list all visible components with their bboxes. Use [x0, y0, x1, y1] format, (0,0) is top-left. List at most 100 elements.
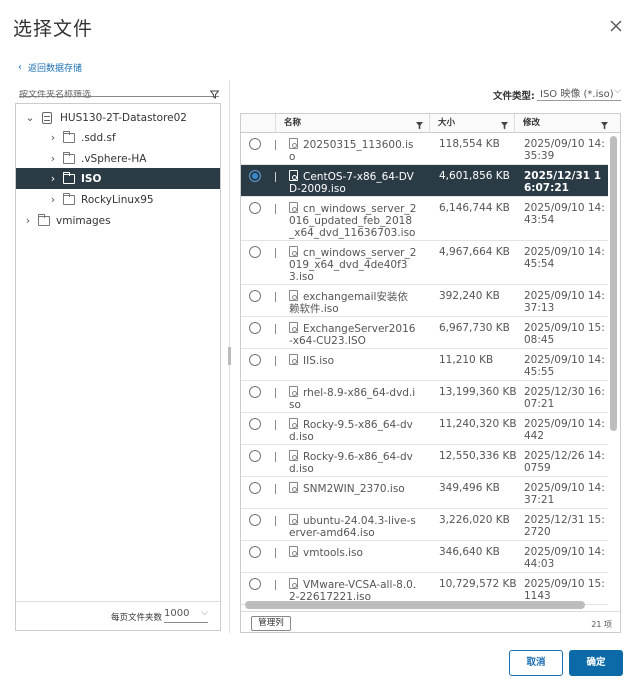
table-row[interactable]: vmtools.iso 346,640 KB 2025/09/10 14:44:… [241, 541, 608, 573]
disc-file-icon [289, 386, 298, 397]
file-name: IIS.iso [289, 354, 417, 367]
resize-handle[interactable] [228, 347, 231, 365]
file-modified: 2025/12/31 15:2720 [524, 514, 605, 538]
file-name-text: cn_windows_server_2019_x64_dvd_4de40f33.… [289, 247, 417, 283]
table-row[interactable]: 20250315_113600.iso 118,554 KB 2025/09/1… [241, 133, 608, 165]
row-radio[interactable] [249, 246, 261, 258]
datastore-icon [42, 111, 52, 124]
tree-item-iso[interactable]: › ISO [16, 168, 220, 189]
close-icon[interactable] [608, 18, 624, 34]
scrollbar-thumb[interactable] [610, 136, 617, 431]
file-modified: 2025/09/10 14:35:39 [524, 138, 605, 162]
folder-icon [63, 171, 75, 184]
file-size: 349,496 KB [439, 482, 500, 494]
table-row[interactable]: cn_windows_server_2016_updated_feb_2018_… [241, 197, 608, 241]
select-column-header [241, 114, 275, 133]
back-to-datastore-link[interactable]: ‹ 返回数据存储 [18, 61, 82, 74]
vertical-scrollbar[interactable] [608, 134, 618, 614]
file-name-text: 20250315_113600.iso [289, 139, 414, 163]
per-page-label: 每页文件夹数 [111, 613, 163, 623]
disc-file-icon [289, 322, 298, 333]
column-header-label: 名称 [284, 118, 302, 128]
file-name: CentOS-7-x86_64-DVD-2009.iso [289, 170, 417, 195]
row-radio[interactable] [249, 170, 261, 182]
file-modified: 2025/09/10 14:45:55 [524, 354, 605, 378]
tree-item-label: vmimages [56, 214, 111, 227]
chevron-right-icon[interactable]: › [22, 214, 34, 227]
folder-icon [63, 151, 75, 164]
column-header-size[interactable]: 大小 [429, 114, 514, 133]
file-name-text: ubuntu-24.04.3-live-server-amd64.iso [289, 515, 416, 539]
tree-item-vsphere-ha[interactable]: › .vSphere-HA [16, 148, 220, 169]
tree-item-label: ISO [81, 172, 102, 185]
table-row[interactable]: IIS.iso 11,210 KB 2025/09/10 14:45:55 [241, 349, 608, 381]
row-radio[interactable] [249, 202, 261, 214]
file-name-text: vmtools.iso [303, 547, 363, 559]
row-radio[interactable] [249, 450, 261, 462]
file-name-text: Rocky-9.6-x86_64-dvd.iso [289, 451, 413, 475]
tree-item-label: HUS130-2T-Datastore02 [60, 111, 187, 124]
back-label: 返回数据存储 [28, 64, 83, 74]
chevron-left-icon: ‹ [18, 62, 22, 73]
manage-columns-button[interactable]: 管理列 [251, 616, 291, 631]
disc-file-icon [289, 418, 298, 429]
chevron-right-icon[interactable]: › [47, 131, 59, 144]
disc-file-icon [289, 354, 298, 365]
file-name: cn_windows_server_2019_x64_dvd_4de40f33.… [289, 246, 417, 283]
tree-item-rockylinux95[interactable]: › RockyLinux95 [16, 189, 220, 210]
file-modified: 2025/09/10 14:44:03 [524, 546, 605, 570]
per-page-select[interactable]: 1000 ⌵ [164, 608, 208, 623]
tree-item-sdd-sf[interactable]: › .sdd.sf [16, 127, 220, 148]
disc-file-icon [289, 450, 298, 461]
table-row[interactable]: exchangemail安装依赖软件.iso 392,240 KB 2025/0… [241, 285, 608, 317]
row-radio[interactable] [249, 138, 261, 150]
table-row[interactable]: ubuntu-24.04.3-live-server-amd64.iso 3,2… [241, 509, 608, 541]
row-radio[interactable] [249, 354, 261, 366]
folder-icon [63, 192, 75, 205]
file-type-value: ISO 映像 (*.iso) [540, 89, 614, 100]
table-row[interactable]: Rocky-9.5-x86_64-dvd.iso 11,240,320 KB 2… [241, 413, 608, 445]
chevron-right-icon[interactable]: › [47, 193, 59, 206]
disc-file-icon [289, 546, 298, 557]
file-name: SNM2WIN_2370.iso [289, 482, 417, 495]
table-row[interactable]: ExchangeServer2016-x64-CU23.ISO 6,967,73… [241, 317, 608, 349]
row-radio[interactable] [249, 290, 261, 302]
file-type-select[interactable]: ISO 映像 (*.iso) ⌵ [537, 85, 621, 101]
table-row[interactable]: SNM2WIN_2370.iso 349,496 KB 2025/09/10 1… [241, 477, 608, 509]
file-modified: 2025/09/10 14:45:54 [524, 246, 605, 270]
cancel-button[interactable]: 取消 [509, 650, 563, 676]
chevron-right-icon[interactable]: › [47, 172, 59, 185]
disc-file-icon [289, 138, 298, 149]
table-row[interactable]: cn_windows_server_2019_x64_dvd_4de40f33.… [241, 241, 608, 285]
scrollbar-thumb[interactable] [245, 601, 585, 609]
tree-item-datastore[interactable]: ⌄ HUS130-2T-Datastore02 [16, 107, 220, 128]
row-radio[interactable] [249, 578, 261, 590]
row-radio[interactable] [249, 514, 261, 526]
table-row[interactable]: CentOS-7-x86_64-DVD-2009.iso 4,601,856 K… [241, 165, 608, 197]
row-radio[interactable] [249, 482, 261, 494]
item-count: 21 项 [591, 620, 612, 629]
chevron-down-icon[interactable]: ⌄ [24, 111, 36, 124]
tree-item-vmimages[interactable]: › vmimages [16, 210, 220, 231]
row-radio[interactable] [249, 322, 261, 334]
file-modified: 2025/09/10 14:37:21 [524, 482, 605, 506]
filter-icon[interactable] [209, 84, 220, 103]
column-header-modified[interactable]: 修改 [514, 114, 620, 133]
row-radio[interactable] [249, 546, 261, 558]
file-size: 11,210 KB [439, 354, 494, 366]
row-radio[interactable] [249, 386, 261, 398]
ok-button[interactable]: 确定 [569, 650, 623, 676]
chevron-right-icon[interactable]: › [47, 152, 59, 165]
dialog-title: 选择文件 [13, 18, 94, 40]
table-row[interactable]: rhel-8.9-x86_64-dvd.iso 13,199,360 KB 20… [241, 381, 608, 413]
tree-item-label: .vSphere-HA [81, 152, 147, 165]
row-radio[interactable] [249, 418, 261, 430]
folder-filter-input[interactable] [19, 90, 199, 100]
file-size: 10,729,572 KB [439, 578, 517, 590]
table-row[interactable]: Rocky-9.6-x86_64-dvd.iso 12,550,336 KB 2… [241, 445, 608, 477]
disc-file-icon [289, 246, 298, 257]
folder-filter [19, 82, 220, 100]
file-modified: 2025/09/10 15:08:45 [524, 322, 605, 346]
column-header-name[interactable]: 名称 [275, 114, 429, 133]
disc-file-icon [289, 482, 298, 493]
